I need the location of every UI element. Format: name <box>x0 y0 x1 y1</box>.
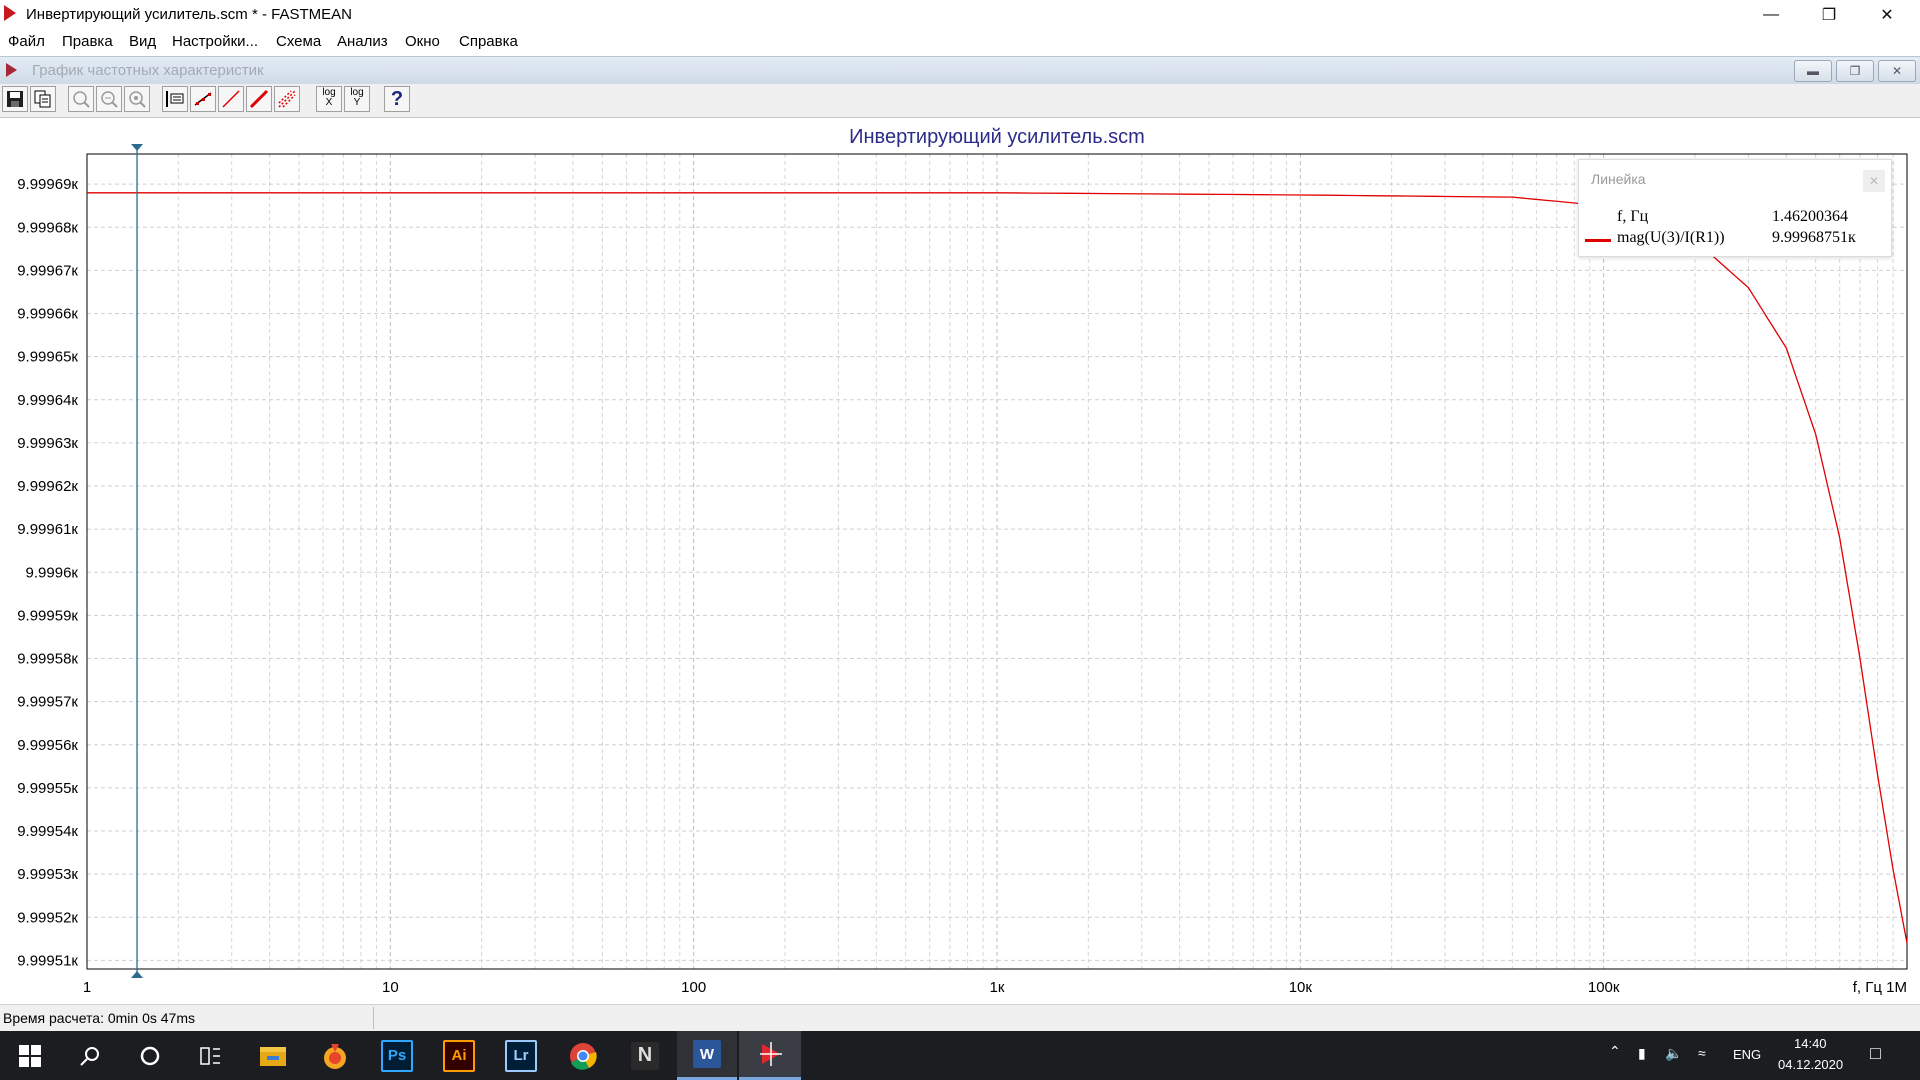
photoshop-icon: Ps <box>381 1039 413 1072</box>
ruler-frequency-value: 1.46200364 <box>1772 208 1848 225</box>
ruler-series-value: 9.99968751к <box>1772 229 1856 246</box>
cortana-icon <box>140 1046 160 1065</box>
volume-icon[interactable]: 🔈 <box>1665 1045 1682 1062</box>
x-tick-label: 10к <box>1289 979 1313 996</box>
ruler-cursor-top-marker[interactable] <box>131 144 144 151</box>
y-tick-label: 9.99951к <box>17 952 78 969</box>
notion-button[interactable]: N <box>615 1031 675 1080</box>
start-button[interactable] <box>0 1031 60 1080</box>
file-explorer-icon <box>260 1046 286 1066</box>
ruler-close-button[interactable]: ✕ <box>1863 170 1885 192</box>
tray-overflow-icon[interactable]: ⌃ <box>1609 1043 1621 1060</box>
ruler-frequency-label: f, Гц <box>1617 208 1649 225</box>
y-tick-label: 9.99961к <box>17 521 78 538</box>
clock-time[interactable]: 14:40 <box>1794 1036 1827 1051</box>
y-tick-label: 9.99959к <box>17 607 78 624</box>
chart-grid <box>87 154 1907 969</box>
ruler-cursor-bottom-marker[interactable] <box>131 971 144 978</box>
y-tick-label: 9.99964к <box>17 392 78 409</box>
wifi-icon[interactable]: ≈ <box>1698 1045 1706 1061</box>
word-icon: W <box>693 1040 721 1068</box>
y-tick-label: 9.99968к <box>17 219 78 236</box>
y-tick-label: 9.99956к <box>17 737 78 754</box>
y-tick-label: 9.99967к <box>17 262 78 279</box>
y-tick-label: 9.99955к <box>17 780 78 797</box>
yandex-browser-button[interactable] <box>305 1031 365 1080</box>
search-button[interactable] <box>60 1031 120 1080</box>
ruler-title: Линейка <box>1591 171 1646 187</box>
y-tick-label: 9.99958к <box>17 651 78 668</box>
task-view-icon <box>200 1046 220 1065</box>
y-tick-label: 9.99962к <box>17 478 78 495</box>
x-tick-label: 100 <box>681 979 706 996</box>
frequency-chart[interactable]: 9.99969к 9.99968к 9.99967к 9.99966к 9.99965к… <box>0 0 1920 1004</box>
y-tick-label: 9.9996к <box>26 564 79 581</box>
y-tick-label: 9.99969к <box>17 176 78 193</box>
calc-time-status: Время расчета: 0min 0s 47ms <box>3 1010 196 1026</box>
x-tick-label: 10 <box>382 979 399 996</box>
y-axis-labels: 9.99969к 9.99968к 9.99967к 9.99966к 9.99965к… <box>17 176 78 969</box>
y-tick-label: 9.99963к <box>17 435 78 452</box>
windows-start-icon <box>19 1044 41 1067</box>
x-tick-label: 1 <box>83 979 91 996</box>
y-tick-label: 9.99952к <box>17 909 78 926</box>
status-divider <box>373 1007 374 1029</box>
illustrator-icon: Ai <box>443 1039 475 1072</box>
close-icon: ✕ <box>1868 173 1880 188</box>
word-button[interactable]: W <box>677 1031 737 1080</box>
y-tick-label: 9.99966к <box>17 306 78 323</box>
lightroom-button[interactable]: Lr <box>491 1031 551 1080</box>
y-tick-label: 9.99957к <box>17 694 78 711</box>
ruler-series-label: mag(U(3)/I(R1)) <box>1617 229 1725 246</box>
windows-taskbar: Ps Ai Lr N W ⌃ ▮ 🔈 ≈ ENG 14:40 04.12.202… <box>0 1031 1920 1080</box>
y-tick-label: 9.99965к <box>17 349 78 366</box>
battery-icon[interactable]: ▮ <box>1638 1045 1646 1062</box>
cortana-button[interactable] <box>120 1031 180 1080</box>
lightroom-icon: Lr <box>505 1039 537 1072</box>
fastmean-button[interactable] <box>739 1031 801 1080</box>
series-legend-swatch <box>1585 239 1611 242</box>
x-tick-label: 1к <box>990 979 1005 996</box>
notion-icon: N <box>631 1041 659 1070</box>
clock-date[interactable]: 04.12.2020 <box>1778 1057 1843 1072</box>
task-view-button[interactable] <box>180 1031 240 1080</box>
x-axis-label: f, Гц 1М <box>1853 979 1907 996</box>
yandex-browser-icon <box>324 1043 346 1069</box>
search-icon <box>80 1046 99 1066</box>
photoshop-button[interactable]: Ps <box>367 1031 427 1080</box>
file-explorer-button[interactable] <box>243 1031 303 1080</box>
language-indicator[interactable]: ENG <box>1733 1047 1761 1062</box>
chrome-button[interactable] <box>553 1031 613 1080</box>
status-bar: Время расчета: 0min 0s 47ms <box>0 1004 1920 1031</box>
y-tick-label: 9.99954к <box>17 823 78 840</box>
fastmean-icon <box>760 1042 782 1066</box>
x-axis-labels: 1 10 100 1к 10к 100к f, Гц 1М <box>83 979 1907 996</box>
illustrator-button[interactable]: Ai <box>429 1031 489 1080</box>
notification-icon[interactable]: □ <box>1870 1043 1881 1064</box>
y-tick-label: 9.99953к <box>17 866 78 883</box>
x-tick-label: 100к <box>1588 979 1620 996</box>
chrome-icon <box>570 1042 597 1070</box>
ruler-panel[interactable]: Линейка ✕ f, Гц 1.46200364 mag(U(3)/I(R1… <box>1578 159 1892 257</box>
